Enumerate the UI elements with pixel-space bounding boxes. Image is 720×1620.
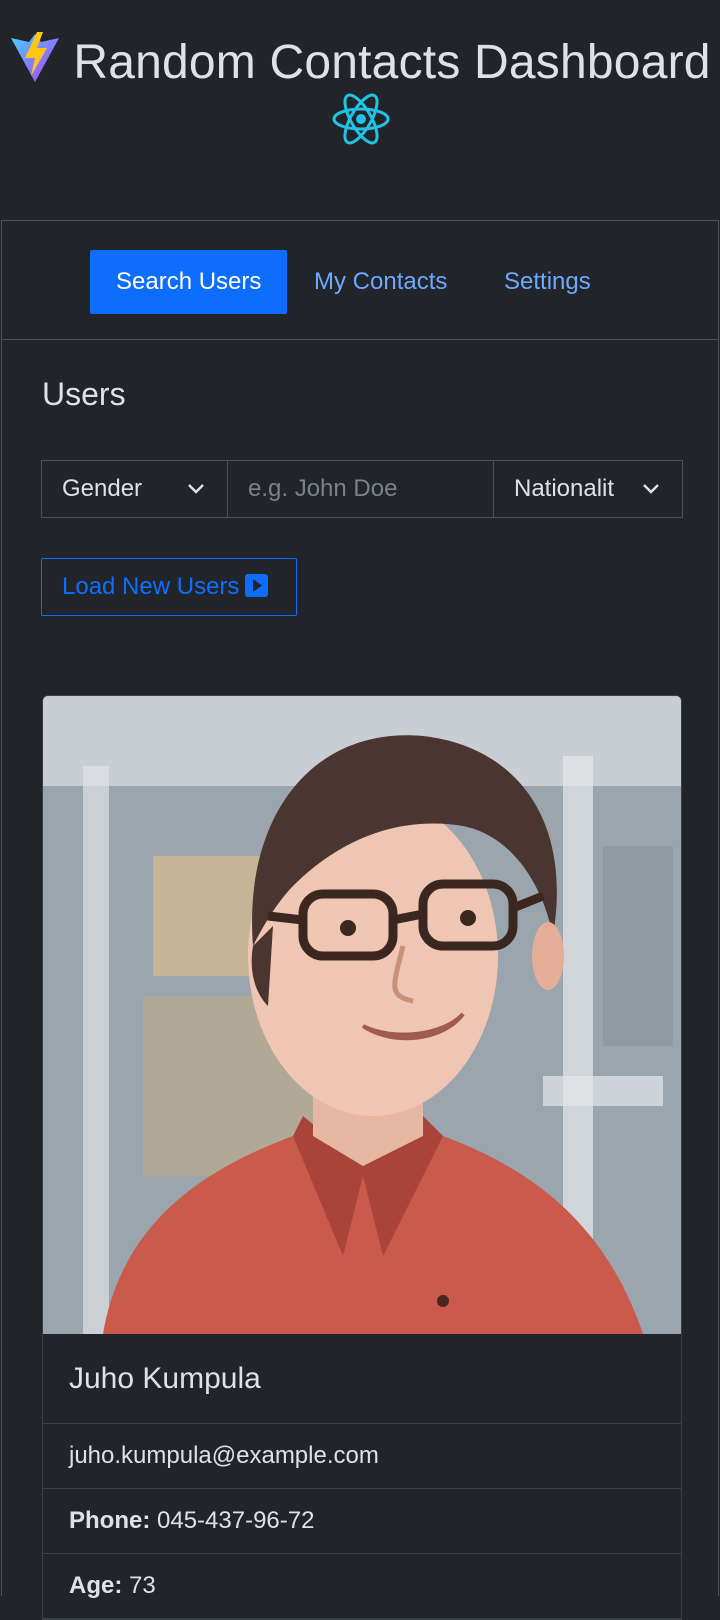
- title-row: Random Contacts Dashboard: [0, 30, 720, 90]
- page-title: Random Contacts Dashboard: [73, 36, 711, 89]
- nationality-select[interactable]: Nationalit: [494, 461, 682, 517]
- gender-select[interactable]: Gender: [42, 461, 228, 517]
- user-card: Juho Kumpula juho.kumpula@example.com Ph…: [42, 695, 682, 1620]
- user-name: Juho Kumpula: [43, 1334, 681, 1424]
- tab-settings[interactable]: Settings: [478, 250, 617, 314]
- tab-my-contacts[interactable]: My Contacts: [288, 250, 473, 314]
- user-avatar-image: [43, 696, 681, 1334]
- play-square-icon: [245, 574, 269, 597]
- user-email: juho.kumpula@example.com: [43, 1424, 681, 1489]
- age-label: Age:: [69, 1572, 123, 1599]
- load-new-users-button[interactable]: Load New Users: [41, 558, 297, 616]
- user-phone-row: Phone: 045-437-96-72: [43, 1489, 681, 1554]
- phone-value: 045-437-96-72: [157, 1507, 315, 1534]
- vite-logo-icon: [11, 32, 60, 82]
- name-search-input[interactable]: [228, 461, 494, 517]
- load-new-users-label: Load New Users: [62, 573, 240, 600]
- gender-select-value: Gender: [62, 475, 143, 502]
- main-panel: Search Users My Contacts Settings Users …: [1, 220, 719, 1620]
- app-header: Random Contacts Dashboard: [0, 0, 720, 220]
- nationality-select-value: Nationalit: [514, 475, 615, 502]
- tab-search-users[interactable]: Search Users: [90, 250, 288, 314]
- chevron-down-icon: [188, 484, 204, 494]
- chevron-down-icon: [643, 484, 659, 494]
- user-age-row: Age: 73: [43, 1554, 681, 1619]
- react-logo-icon: [332, 93, 390, 145]
- section-title: Users: [42, 376, 126, 412]
- age-value: 73: [129, 1572, 156, 1599]
- phone-label: Phone:: [69, 1507, 151, 1534]
- nav-tabs: Search Users My Contacts Settings: [2, 221, 718, 340]
- user-photo: [43, 696, 681, 1334]
- filter-bar: Gender Nationalit: [41, 460, 683, 518]
